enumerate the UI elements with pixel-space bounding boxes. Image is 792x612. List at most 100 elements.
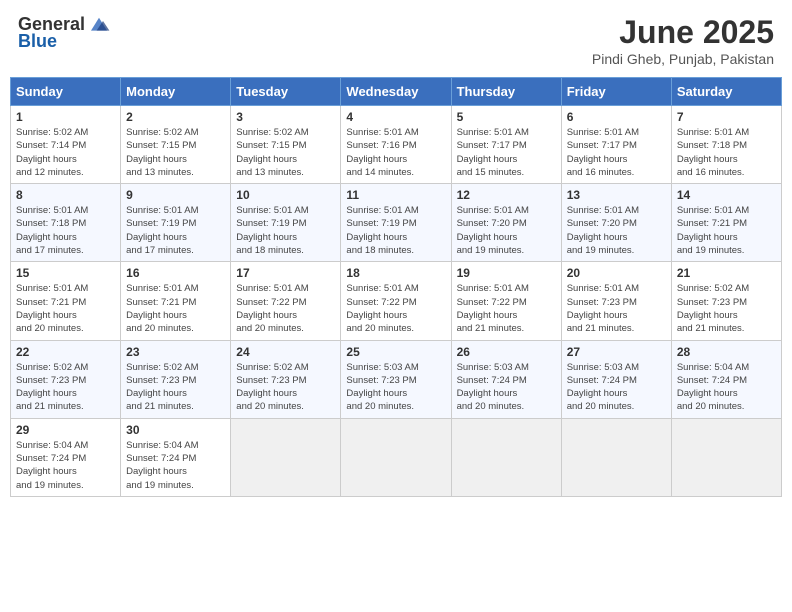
day-info: Sunrise: 5:03 AM Sunset: 7:24 PM Dayligh… [457,361,556,414]
day-cell-6: 6 Sunrise: 5:01 AM Sunset: 7:17 PM Dayli… [561,106,671,184]
day-number: 29 [16,423,115,437]
week-row-5: 29 Sunrise: 5:04 AM Sunset: 7:24 PM Dayl… [11,418,782,496]
day-info: Sunrise: 5:01 AM Sunset: 7:19 PM Dayligh… [236,204,335,257]
day-info: Sunrise: 5:02 AM Sunset: 7:15 PM Dayligh… [126,126,225,179]
day-info: Sunrise: 5:01 AM Sunset: 7:22 PM Dayligh… [236,282,335,335]
day-cell-23: 23 Sunrise: 5:02 AM Sunset: 7:23 PM Dayl… [121,340,231,418]
day-number: 28 [677,345,776,359]
logo: General Blue [18,14,111,52]
day-cell-15: 15 Sunrise: 5:01 AM Sunset: 7:21 PM Dayl… [11,262,121,340]
day-number: 4 [346,110,445,124]
day-cell-3: 3 Sunrise: 5:02 AM Sunset: 7:15 PM Dayli… [231,106,341,184]
day-info: Sunrise: 5:02 AM Sunset: 7:23 PM Dayligh… [236,361,335,414]
day-cell-12: 12 Sunrise: 5:01 AM Sunset: 7:20 PM Dayl… [451,184,561,262]
day-cell-30: 30 Sunrise: 5:04 AM Sunset: 7:24 PM Dayl… [121,418,231,496]
day-info: Sunrise: 5:01 AM Sunset: 7:21 PM Dayligh… [16,282,115,335]
day-number: 9 [126,188,225,202]
day-number: 24 [236,345,335,359]
day-cell-13: 13 Sunrise: 5:01 AM Sunset: 7:20 PM Dayl… [561,184,671,262]
day-number: 21 [677,266,776,280]
header-saturday: Saturday [671,78,781,106]
empty-cell [341,418,451,496]
day-number: 14 [677,188,776,202]
day-info: Sunrise: 5:02 AM Sunset: 7:14 PM Dayligh… [16,126,115,179]
day-info: Sunrise: 5:04 AM Sunset: 7:24 PM Dayligh… [126,439,225,492]
day-info: Sunrise: 5:01 AM Sunset: 7:19 PM Dayligh… [126,204,225,257]
day-cell-9: 9 Sunrise: 5:01 AM Sunset: 7:19 PM Dayli… [121,184,231,262]
day-cell-29: 29 Sunrise: 5:04 AM Sunset: 7:24 PM Dayl… [11,418,121,496]
empty-cell [231,418,341,496]
day-number: 26 [457,345,556,359]
calendar: Sunday Monday Tuesday Wednesday Thursday… [10,77,782,497]
empty-cell [451,418,561,496]
location: Pindi Gheb, Punjab, Pakistan [592,51,774,67]
day-number: 3 [236,110,335,124]
empty-cell [671,418,781,496]
day-info: Sunrise: 5:03 AM Sunset: 7:24 PM Dayligh… [567,361,666,414]
day-number: 15 [16,266,115,280]
day-cell-26: 26 Sunrise: 5:03 AM Sunset: 7:24 PM Dayl… [451,340,561,418]
day-cell-22: 22 Sunrise: 5:02 AM Sunset: 7:23 PM Dayl… [11,340,121,418]
day-info: Sunrise: 5:02 AM Sunset: 7:23 PM Dayligh… [16,361,115,414]
empty-cell [561,418,671,496]
day-number: 5 [457,110,556,124]
day-info: Sunrise: 5:01 AM Sunset: 7:18 PM Dayligh… [677,126,776,179]
logo-icon [87,15,111,35]
day-number: 11 [346,188,445,202]
day-number: 6 [567,110,666,124]
day-cell-20: 20 Sunrise: 5:01 AM Sunset: 7:23 PM Dayl… [561,262,671,340]
day-cell-1: 1 Sunrise: 5:02 AM Sunset: 7:14 PM Dayli… [11,106,121,184]
day-info: Sunrise: 5:01 AM Sunset: 7:22 PM Dayligh… [346,282,445,335]
day-cell-19: 19 Sunrise: 5:01 AM Sunset: 7:22 PM Dayl… [451,262,561,340]
day-number: 22 [16,345,115,359]
page-header: General Blue June 2025 Pindi Gheb, Punja… [10,10,782,71]
day-info: Sunrise: 5:01 AM Sunset: 7:17 PM Dayligh… [457,126,556,179]
month-title: June 2025 [592,14,774,51]
day-cell-5: 5 Sunrise: 5:01 AM Sunset: 7:17 PM Dayli… [451,106,561,184]
logo-blue: Blue [18,31,57,52]
day-info: Sunrise: 5:04 AM Sunset: 7:24 PM Dayligh… [16,439,115,492]
day-cell-11: 11 Sunrise: 5:01 AM Sunset: 7:19 PM Dayl… [341,184,451,262]
day-number: 10 [236,188,335,202]
day-info: Sunrise: 5:01 AM Sunset: 7:22 PM Dayligh… [457,282,556,335]
day-info: Sunrise: 5:01 AM Sunset: 7:16 PM Dayligh… [346,126,445,179]
day-number: 18 [346,266,445,280]
day-info: Sunrise: 5:01 AM Sunset: 7:23 PM Dayligh… [567,282,666,335]
day-number: 7 [677,110,776,124]
day-cell-14: 14 Sunrise: 5:01 AM Sunset: 7:21 PM Dayl… [671,184,781,262]
day-info: Sunrise: 5:02 AM Sunset: 7:23 PM Dayligh… [677,282,776,335]
day-cell-18: 18 Sunrise: 5:01 AM Sunset: 7:22 PM Dayl… [341,262,451,340]
day-info: Sunrise: 5:01 AM Sunset: 7:21 PM Dayligh… [677,204,776,257]
day-number: 1 [16,110,115,124]
day-info: Sunrise: 5:04 AM Sunset: 7:24 PM Dayligh… [677,361,776,414]
day-number: 19 [457,266,556,280]
day-number: 30 [126,423,225,437]
day-info: Sunrise: 5:01 AM Sunset: 7:19 PM Dayligh… [346,204,445,257]
header-tuesday: Tuesday [231,78,341,106]
day-cell-25: 25 Sunrise: 5:03 AM Sunset: 7:23 PM Dayl… [341,340,451,418]
day-cell-16: 16 Sunrise: 5:01 AM Sunset: 7:21 PM Dayl… [121,262,231,340]
day-number: 16 [126,266,225,280]
week-row-2: 8 Sunrise: 5:01 AM Sunset: 7:18 PM Dayli… [11,184,782,262]
day-info: Sunrise: 5:01 AM Sunset: 7:20 PM Dayligh… [567,204,666,257]
day-cell-27: 27 Sunrise: 5:03 AM Sunset: 7:24 PM Dayl… [561,340,671,418]
header-wednesday: Wednesday [341,78,451,106]
week-row-4: 22 Sunrise: 5:02 AM Sunset: 7:23 PM Dayl… [11,340,782,418]
day-number: 20 [567,266,666,280]
week-row-1: 1 Sunrise: 5:02 AM Sunset: 7:14 PM Dayli… [11,106,782,184]
day-cell-8: 8 Sunrise: 5:01 AM Sunset: 7:18 PM Dayli… [11,184,121,262]
day-number: 2 [126,110,225,124]
day-number: 23 [126,345,225,359]
header-monday: Monday [121,78,231,106]
day-info: Sunrise: 5:01 AM Sunset: 7:20 PM Dayligh… [457,204,556,257]
header-friday: Friday [561,78,671,106]
day-number: 13 [567,188,666,202]
header-sunday: Sunday [11,78,121,106]
day-info: Sunrise: 5:02 AM Sunset: 7:15 PM Dayligh… [236,126,335,179]
title-area: June 2025 Pindi Gheb, Punjab, Pakistan [592,14,774,67]
day-number: 25 [346,345,445,359]
day-info: Sunrise: 5:03 AM Sunset: 7:23 PM Dayligh… [346,361,445,414]
week-row-3: 15 Sunrise: 5:01 AM Sunset: 7:21 PM Dayl… [11,262,782,340]
day-number: 27 [567,345,666,359]
day-cell-21: 21 Sunrise: 5:02 AM Sunset: 7:23 PM Dayl… [671,262,781,340]
